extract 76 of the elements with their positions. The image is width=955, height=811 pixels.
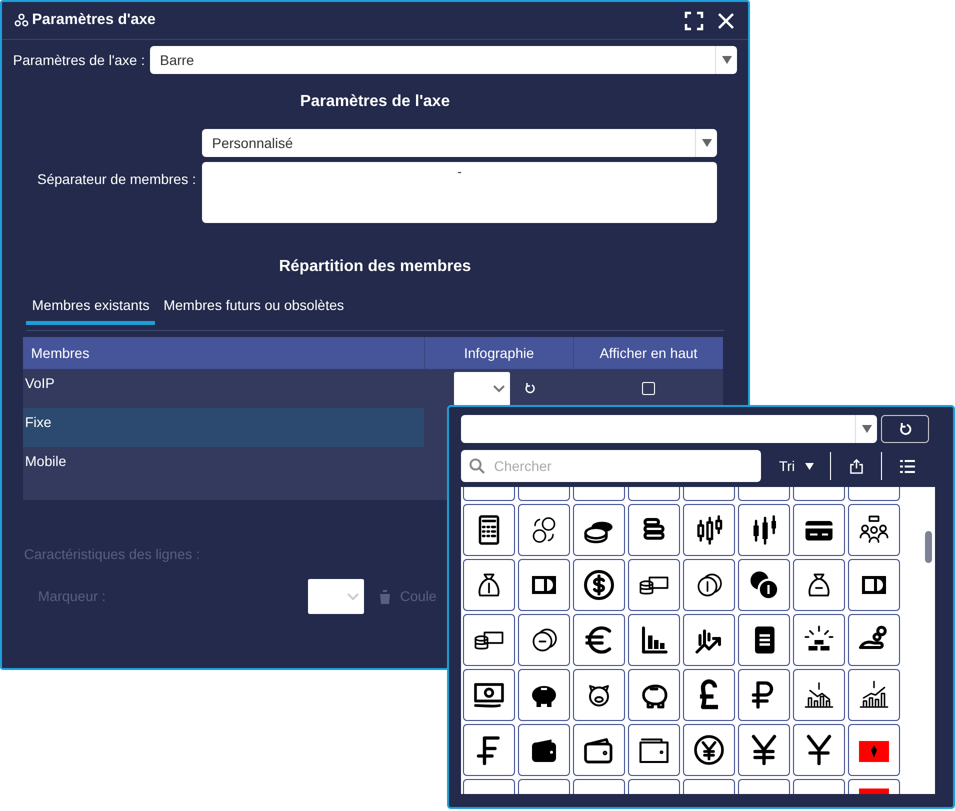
field-label: Séparateur de membres : — [37, 170, 196, 189]
icon-tile[interactable] — [793, 614, 845, 666]
gears-icon — [14, 13, 29, 28]
reset-icon[interactable] — [524, 382, 536, 394]
icon-tile[interactable] — [518, 724, 570, 776]
axis-type-select[interactable]: Barre — [150, 46, 737, 74]
icon-tile[interactable] — [738, 504, 790, 556]
icon-tile[interactable] — [848, 724, 900, 776]
icon-tile[interactable] — [518, 504, 570, 556]
close-button[interactable] — [716, 10, 736, 30]
checkbox[interactable] — [642, 382, 654, 395]
tab[interactable]: Membres existants — [26, 293, 156, 325]
table-cell[interactable]: Fixe — [23, 408, 424, 447]
icon-tile[interactable] — [628, 724, 680, 776]
icon-tile[interactable] — [848, 669, 900, 721]
icon-tile[interactable] — [628, 559, 680, 611]
icon-tile[interactable] — [518, 614, 570, 666]
window-title: Paramètres d'axe — [32, 10, 156, 30]
sort-button[interactable]: Tri — [779, 456, 814, 476]
icon-tile[interactable] — [793, 669, 845, 721]
icon-tile[interactable] — [683, 504, 735, 556]
chevron-icon — [493, 384, 505, 392]
icon-tile[interactable] — [628, 614, 680, 666]
icon-tile[interactable] — [573, 504, 625, 556]
chevron-icon — [347, 592, 359, 600]
search-field[interactable]: Chercher — [461, 450, 761, 482]
icon-tile[interactable] — [738, 669, 790, 721]
icon-tile[interactable] — [463, 559, 515, 611]
scrollbar-thumb[interactable] — [925, 531, 932, 563]
icon-tile[interactable] — [738, 724, 790, 776]
caret-icon — [862, 425, 872, 433]
icon-tile[interactable] — [793, 504, 845, 556]
table-cell[interactable]: Mobile — [23, 447, 424, 500]
icon-tile[interactable] — [573, 724, 625, 776]
marker-select[interactable] — [308, 579, 364, 614]
section-title: Répartition des membres — [278, 257, 472, 277]
icon-tile[interactable] — [463, 614, 515, 666]
icon-tile[interactable] — [628, 669, 680, 721]
dollar-circle-icon — [581, 567, 617, 603]
separator-preset-select[interactable]: Personnalisé — [202, 129, 717, 157]
section-title: Paramètres de l'axe — [300, 92, 450, 112]
reset-icon — [898, 422, 912, 436]
icon-tile[interactable] — [793, 724, 845, 776]
icon-tile[interactable] — [848, 504, 900, 556]
icon-tile[interactable] — [848, 559, 900, 611]
icon-tile[interactable] — [463, 504, 515, 556]
search-icon — [469, 458, 485, 474]
caret-icon — [804, 462, 814, 470]
icon-tile[interactable] — [793, 559, 845, 611]
reset-button[interactable] — [881, 415, 929, 443]
list-icon[interactable] — [900, 460, 915, 472]
tab[interactable]: Membres futurs ou obsolètes — [159, 293, 348, 325]
icon-tile[interactable] — [518, 559, 570, 611]
icon-tile[interactable] — [683, 614, 735, 666]
icon-tile[interactable] — [463, 724, 515, 776]
icon-tile[interactable] — [573, 614, 625, 666]
field-label: Paramètres de l'axe : — [13, 50, 145, 70]
icon-tile[interactable] — [683, 724, 735, 776]
infographic-select[interactable] — [454, 372, 510, 406]
icon-tile[interactable] — [573, 669, 625, 721]
share-icon[interactable] — [848, 458, 864, 474]
separator-text-area[interactable]: - — [202, 162, 717, 223]
caret-icon — [702, 139, 712, 147]
yen-circle-icon — [691, 732, 727, 768]
icon-tile[interactable] — [738, 559, 790, 611]
icon-tile[interactable] — [463, 669, 515, 721]
icon-tile[interactable] — [518, 669, 570, 721]
icon-tile[interactable] — [738, 614, 790, 666]
icon-tile[interactable] — [683, 669, 735, 721]
icon-tile[interactable] — [628, 504, 680, 556]
maximize-button[interactable] — [684, 10, 704, 30]
icon-tile[interactable] — [683, 559, 735, 611]
caret-icon — [722, 56, 732, 64]
column-header: Membres — [30, 344, 90, 363]
icon-tile[interactable] — [573, 559, 625, 611]
icon-tile[interactable] — [848, 614, 900, 666]
